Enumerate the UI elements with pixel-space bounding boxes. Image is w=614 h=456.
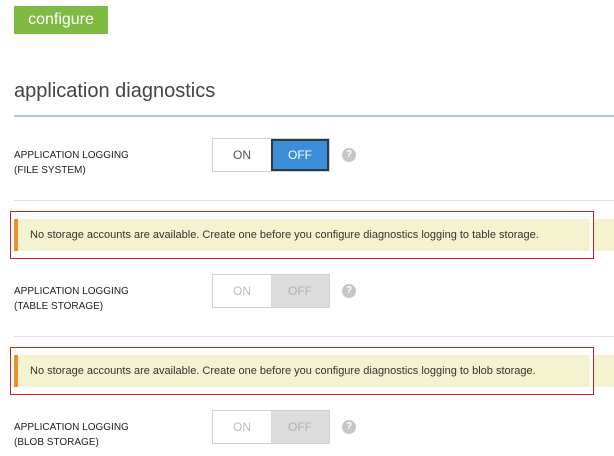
row-divider <box>14 200 614 201</box>
setting-label-line2: (TABLE STORAGE) <box>14 301 104 312</box>
notice-text: No storage accounts are available. Creat… <box>14 355 590 387</box>
toggle-on-option: ON <box>213 275 271 307</box>
row-divider <box>14 336 614 337</box>
table-storage-logging-toggle: ON OFF <box>212 274 330 308</box>
toggle-off-option[interactable]: OFF <box>271 139 329 171</box>
notice-bar-extension <box>594 219 614 251</box>
setting-label-file-system: APPLICATION LOGGING (FILE SYSTEM) <box>14 148 129 178</box>
blob-storage-logging-toggle: ON OFF <box>212 410 330 444</box>
notice-bar-extension <box>594 355 614 387</box>
toggle-off-option: OFF <box>271 411 329 443</box>
setting-label-line1: APPLICATION LOGGING <box>14 150 129 161</box>
notice-text: No storage accounts are available. Creat… <box>14 219 590 251</box>
setting-label-table-storage: APPLICATION LOGGING (TABLE STORAGE) <box>14 284 129 314</box>
setting-label-line2: (BLOB STORAGE) <box>14 437 99 448</box>
toggle-on-option: ON <box>213 411 271 443</box>
file-system-logging-toggle[interactable]: ON OFF <box>212 138 330 172</box>
section-title: application diagnostics <box>14 80 216 102</box>
setting-label-line2: (FILE SYSTEM) <box>14 165 86 176</box>
section-divider <box>14 115 614 117</box>
toggle-off-option: OFF <box>271 275 329 307</box>
setting-label-blob-storage: APPLICATION LOGGING (BLOB STORAGE) <box>14 420 129 450</box>
blob-storage-notice: No storage accounts are available. Creat… <box>10 347 594 395</box>
question-circle-icon[interactable]: ? <box>342 284 356 298</box>
setting-label-line1: APPLICATION LOGGING <box>14 422 129 433</box>
question-circle-icon[interactable]: ? <box>342 420 356 434</box>
question-circle-icon[interactable]: ? <box>342 148 356 162</box>
configure-tab[interactable]: configure <box>14 6 108 34</box>
setting-label-line1: APPLICATION LOGGING <box>14 286 129 297</box>
table-storage-notice: No storage accounts are available. Creat… <box>10 211 594 259</box>
toggle-on-option[interactable]: ON <box>213 139 271 171</box>
